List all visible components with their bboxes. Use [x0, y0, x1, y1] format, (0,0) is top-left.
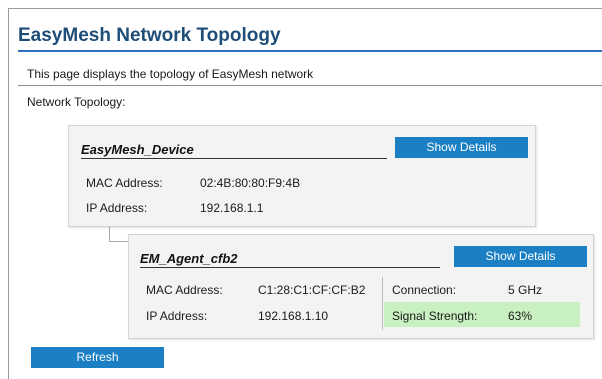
agent-show-details-button[interactable]: Show Details	[454, 246, 587, 267]
controller-node-card: EasyMesh_Device Show Details MAC Address…	[68, 125, 536, 227]
agent-connection-value: 5 GHz	[508, 283, 543, 297]
agent-ip-label: IP Address:	[146, 309, 208, 323]
page-description: This page displays the topology of EasyM…	[27, 67, 314, 81]
controller-node-name: EasyMesh_Device	[81, 142, 194, 157]
controller-name-underline	[81, 158, 387, 159]
agent-signal-label: Signal Strength:	[392, 309, 478, 323]
controller-ip-label: IP Address:	[86, 201, 148, 215]
section-label: Network Topology:	[27, 95, 126, 109]
agent-column-divider	[382, 277, 383, 330]
agent-ip-value: 192.168.1.10	[258, 309, 329, 323]
controller-show-details-button[interactable]: Show Details	[395, 137, 528, 158]
page-title: EasyMesh Network Topology	[18, 25, 281, 46]
agent-signal-value: 63%	[508, 309, 533, 323]
agent-mac-label: MAC Address:	[146, 283, 223, 297]
refresh-button[interactable]: Refresh	[31, 347, 164, 368]
agent-connection-label: Connection:	[392, 283, 457, 297]
title-underline	[18, 50, 602, 52]
controller-mac-label: MAC Address:	[86, 176, 163, 190]
agent-node-card: EM_Agent_cfb2 Show Details MAC Address: …	[128, 234, 594, 339]
agent-node-name: EM_Agent_cfb2	[140, 251, 238, 266]
controller-ip-value: 192.168.1.1	[200, 201, 264, 215]
controller-mac-value: 02:4B:80:80:F9:4B	[200, 176, 301, 190]
agent-name-underline	[140, 267, 440, 268]
agent-mac-value: C1:28:C1:CF:CF:B2	[258, 283, 366, 297]
section-divider	[18, 85, 602, 86]
